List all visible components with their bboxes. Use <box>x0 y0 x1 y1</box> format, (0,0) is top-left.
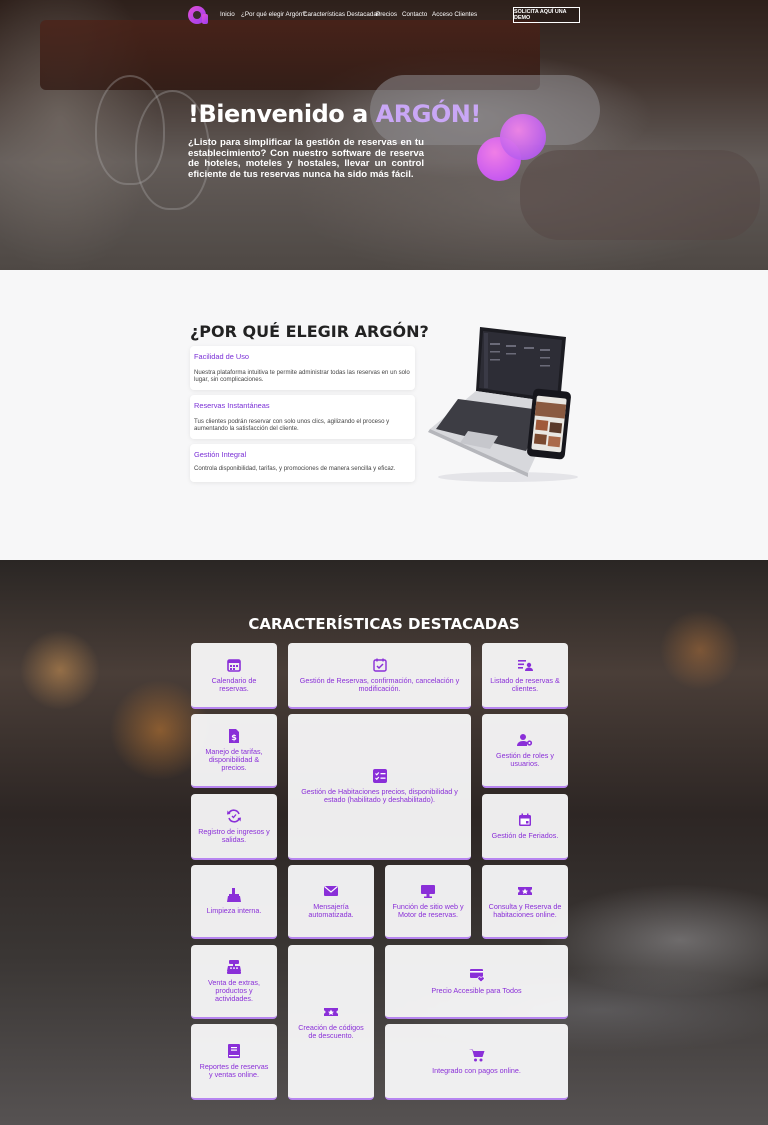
feature-card-holidays: Gestión de Feriados. <box>482 794 568 860</box>
feature-card-reservation-list: Listado de reservas & clientes. <box>482 643 568 709</box>
feature-card-website: Función de sitio web y Motor de reservas… <box>385 865 471 939</box>
decorative-blob <box>500 114 546 160</box>
why-card: Reservas Instantáneas Tus clientes podrá… <box>190 395 415 439</box>
coupon-icon <box>323 1004 339 1020</box>
hero-title: !Bienvenido a ARGÓN! <box>188 100 481 128</box>
feature-label: Gestión de Reservas, confirmación, cance… <box>299 676 460 693</box>
feature-card-roles: Gestión de roles y usuarios. <box>482 714 568 788</box>
feature-label: Creación de códigos de descuento. <box>298 1022 364 1040</box>
nav-link-por-que[interactable]: ¿Por qué elegir Argón? <box>241 11 306 18</box>
why-title: ¿POR QUÉ ELEGIR ARGÓN? <box>190 322 429 341</box>
cart-icon <box>468 1047 485 1063</box>
nav-link-caracteristicas[interactable]: Características Destacadas <box>303 11 380 18</box>
checklist-icon <box>372 768 388 784</box>
card-heart-icon <box>469 967 485 983</box>
hero-section: Inicio ¿Por qué elegir Argón? Caracterís… <box>0 0 768 270</box>
why-card-title: Facilidad de Uso <box>194 352 250 361</box>
hero-title-brand: ARGÓN! <box>375 100 482 128</box>
feature-label: Listado de reservas & clientes. <box>490 676 560 693</box>
feature-card-online-payments: Integrado con pagos online. <box>385 1024 568 1100</box>
nav-link-inicio[interactable]: Inicio <box>220 11 235 18</box>
why-card-title: Reservas Instantáneas <box>194 401 270 410</box>
feature-label: Integrado con pagos online. <box>432 1066 521 1075</box>
feature-card-room-management: Gestión de Habitaciones precios, disponi… <box>288 714 471 860</box>
feature-card-checkin: Registro de ingresos y salidas. <box>191 794 277 860</box>
feature-label: Gestión de roles y usuarios. <box>496 751 554 768</box>
why-card-text: Tus clientes podrán reservar con solo un… <box>194 418 390 432</box>
feature-label: Gestión de Feriados. <box>491 831 559 840</box>
feature-card-calendar: Calendario de reservas. <box>191 643 277 709</box>
feature-card-extras: Venta de extras, productos y actividades… <box>191 945 277 1019</box>
report-book-icon <box>226 1043 242 1059</box>
hero-description: ¿Listo para simplificar la gestión de re… <box>188 137 424 180</box>
calendar-check-icon <box>372 657 388 673</box>
why-card: Gestión Integral Controla disponibilidad… <box>190 444 415 482</box>
why-section: ¿POR QUÉ ELEGIR ARGÓN? Facilidad de Uso … <box>0 270 768 560</box>
feature-card-reservation-management: Gestión de Reservas, confirmación, cance… <box>288 643 471 709</box>
why-card: Facilidad de Uso Nuestra plataforma intu… <box>190 346 415 390</box>
feature-card-messaging: Mensajería automatizada. <box>288 865 374 939</box>
feature-label: Venta de extras, productos y actividades… <box>208 978 260 1003</box>
laptop-phone-illustration <box>428 327 578 482</box>
feature-card-cleaning: Limpieza interna. <box>191 865 277 939</box>
broom-icon <box>226 887 242 903</box>
feature-label: Registro de ingresos y salidas. <box>198 827 270 844</box>
nav-link-precios[interactable]: Precios <box>376 11 397 18</box>
nav-link-acceso-clientes[interactable]: Acceso Clientes <box>432 11 477 18</box>
feature-label: Reportes de reservas y ventas online. <box>199 1062 269 1079</box>
features-section: CARACTERÍSTICAS DESTACADAS Calendario de… <box>0 560 768 1125</box>
request-demo-button[interactable]: SOLICITA AQUÍ UNA DEMO <box>513 7 580 23</box>
svg-text:$: $ <box>231 733 237 742</box>
feature-label: Mensajería automatizada. <box>308 902 354 919</box>
monitor-icon <box>420 883 436 899</box>
calendar-icon <box>226 657 242 673</box>
feature-label: Limpieza interna. <box>206 906 262 915</box>
dollar-document-icon: $ <box>226 728 242 744</box>
top-nav: Inicio ¿Por qué elegir Argón? Caracterís… <box>0 4 768 26</box>
envelope-icon <box>323 883 339 899</box>
feature-label: Función de sitio web y Motor de reservas… <box>392 902 464 919</box>
sync-icon <box>226 808 242 824</box>
feature-label: Consulta y Reserva de habitaciones onlin… <box>488 902 562 919</box>
nav-link-contacto[interactable]: Contacto <box>402 11 427 18</box>
hero-overlay <box>0 0 768 270</box>
feature-label: Precio Accesible para Todos <box>431 986 522 995</box>
user-gear-icon <box>517 732 533 748</box>
feature-card-pricing: Precio Accesible para Todos <box>385 945 568 1019</box>
feature-card-reports: Reportes de reservas y ventas online. <box>191 1024 277 1100</box>
feature-card-discount-codes: Creación de códigos de descuento. <box>288 945 374 1100</box>
argon-logo[interactable] <box>188 6 208 24</box>
feature-label: Manejo de tarifas, disponibilidad & prec… <box>205 747 263 772</box>
ticket-icon <box>517 883 533 899</box>
user-list-icon <box>517 657 533 673</box>
why-card-text: Nuestra plataforma intuitiva te permite … <box>194 369 410 383</box>
why-card-text: Controla disponibilidad, tarifas, y prom… <box>194 465 396 472</box>
hero-title-prefix: !Bienvenido a <box>188 100 376 128</box>
feature-card-online-booking: Consulta y Reserva de habitaciones onlin… <box>482 865 568 939</box>
calendar-day-icon <box>517 812 533 828</box>
feature-card-rates: $ Manejo de tarifas, disponibilidad & pr… <box>191 714 277 788</box>
feature-label: Gestión de Habitaciones precios, disponi… <box>301 787 458 804</box>
feature-label: Calendario de reservas. <box>211 676 257 693</box>
why-card-title: Gestión Integral <box>194 450 247 459</box>
features-title: CARACTERÍSTICAS DESTACADAS <box>248 615 520 633</box>
cash-register-icon <box>226 959 242 975</box>
